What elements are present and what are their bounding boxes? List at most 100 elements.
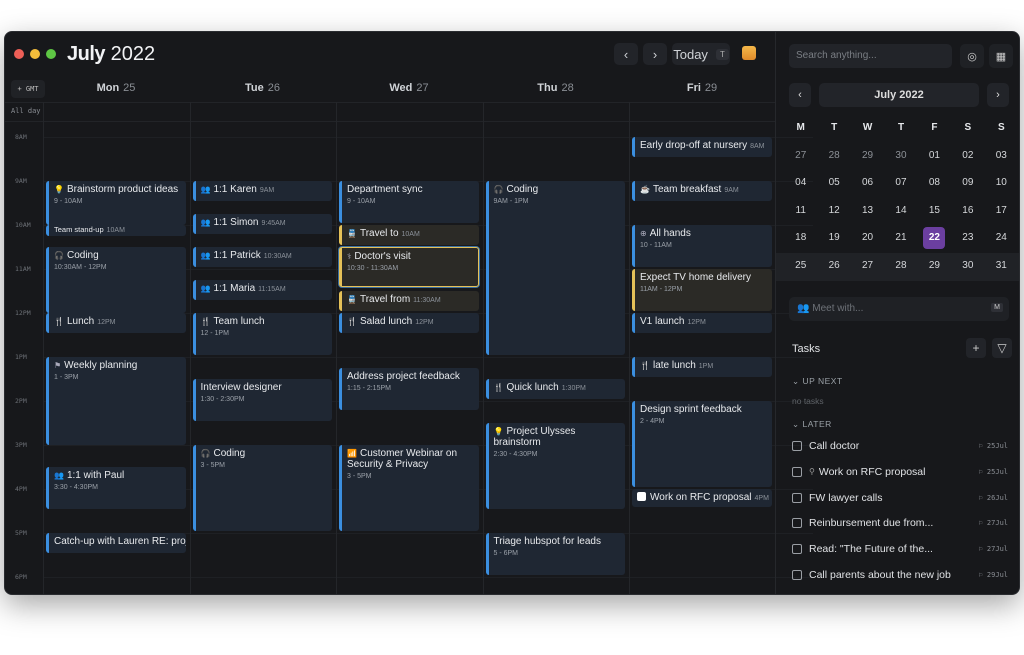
mini-cal-day[interactable]: 28 <box>884 252 917 280</box>
event[interactable]: 📶 Customer Webinar on Security & Privacy 3… <box>339 445 479 531</box>
event[interactable]: ☕ Team breakfast 9AM <box>632 181 772 201</box>
mini-cal-day[interactable]: 25 <box>784 252 817 280</box>
task-item[interactable]: ⚲ Work on RFC proposal ⚐ 25Jul <box>792 464 1012 480</box>
task-item[interactable]: FW lawyer calls ⚐ 26Jul <box>792 490 1012 506</box>
event[interactable]: 🍴 late lunch 1PM <box>632 357 772 377</box>
mini-cal-day[interactable]: 30 <box>884 142 917 170</box>
mini-cal-day[interactable]: 02 <box>951 142 984 170</box>
mini-cal-day[interactable]: 04 <box>784 169 817 197</box>
day-header[interactable]: Fri 29 <box>629 82 775 94</box>
event[interactable]: 🎧 Coding 9AM - 1PM <box>485 181 625 355</box>
mini-cal-title[interactable]: July 2022 <box>819 83 979 107</box>
mini-cal-day[interactable]: 10 <box>985 169 1018 197</box>
avatar[interactable] <box>742 46 756 60</box>
mini-cal-day[interactable]: 20 <box>851 224 884 252</box>
event[interactable]: Interview designer 1:30 - 2:30PM <box>192 379 332 421</box>
mini-cal-day[interactable]: 18 <box>784 224 817 252</box>
event[interactable]: 💡 Brainstorm product ideas 9 - 10AM <box>46 181 186 225</box>
event[interactable]: ⚑ Weekly planning 1 - 3PM <box>46 357 186 445</box>
fingerprint-button[interactable]: ◎ <box>960 44 984 68</box>
meet-with-input[interactable]: 👥 Meet with... M <box>789 297 1009 321</box>
mini-cal-day[interactable]: 30 <box>951 252 984 280</box>
day-header[interactable]: Wed 27 <box>336 82 482 94</box>
maximize-button[interactable] <box>46 49 56 59</box>
task-checkbox[interactable] <box>792 492 802 503</box>
mini-cal-day[interactable]: 19 <box>817 224 850 252</box>
task-item[interactable]: Call doctor ⚐ 25Jul <box>792 438 1012 454</box>
day-header[interactable]: Tue 26 <box>190 82 336 94</box>
next-week-button[interactable]: › <box>643 43 667 65</box>
event[interactable]: 🎧 Coding 3 - 5PM <box>192 445 332 531</box>
event[interactable]: 🍴 Salad lunch 12PM <box>339 313 479 333</box>
mini-cal-day[interactable]: 01 <box>918 142 951 170</box>
prev-week-button[interactable]: ‹ <box>614 43 638 65</box>
mini-cal-day[interactable]: 16 <box>951 197 984 225</box>
event[interactable]: 🚆 Travel to 10AM <box>339 225 479 245</box>
event[interactable]: Work on RFC proposal 4PM <box>632 489 772 507</box>
task-checkbox[interactable] <box>792 466 802 477</box>
event[interactable]: 🍴 Lunch 12PM <box>46 313 186 333</box>
add-timezone-button[interactable]: + GMT <box>11 80 45 98</box>
event[interactable]: Design sprint feedback 2 - 4PM <box>632 401 772 487</box>
event[interactable]: ⚕ Doctor's visit 10:30 - 11:30AM <box>339 247 479 288</box>
task-item[interactable]: Read: "The Future of the... ⚐ 27Jul <box>792 541 1012 557</box>
mini-cal-day[interactable]: 06 <box>851 169 884 197</box>
event[interactable]: Catch-up with Lauren RE: project <box>46 533 186 553</box>
task-item[interactable]: Reinbursement due from... ⚐ 27Jul <box>792 515 1012 531</box>
day-header[interactable]: Mon 25 <box>43 82 189 94</box>
event[interactable]: 🚆 Travel from 11:30AM <box>339 291 479 311</box>
mini-cal-day[interactable]: 28 <box>817 142 850 170</box>
task-checkbox[interactable] <box>792 570 802 580</box>
up-next-section[interactable]: ⌄ UP NEXT <box>792 376 843 387</box>
mini-cal-day[interactable]: 15 <box>918 197 951 225</box>
mini-cal-day[interactable]: 29 <box>918 252 951 280</box>
mini-cal-day[interactable]: 29 <box>851 142 884 170</box>
event[interactable]: 🍴 Quick lunch 1:30PM <box>485 379 625 399</box>
checkbox[interactable] <box>637 492 646 501</box>
later-section[interactable]: ⌄ LATER <box>792 419 832 430</box>
mini-cal-day[interactable]: 08 <box>918 169 951 197</box>
event[interactable]: 🎧 Coding 10:30AM - 12PM <box>46 247 186 313</box>
event[interactable]: Early drop-off at nursery 8AM <box>632 137 772 157</box>
day-header[interactable]: Thu 28 <box>483 82 629 94</box>
event[interactable]: 👥 1:1 Simon 9:45AM <box>192 214 332 234</box>
event[interactable]: 👥 1:1 Patrick 10:30AM <box>192 247 332 267</box>
mini-cal-day[interactable]: 24 <box>985 224 1018 252</box>
mini-cal-day[interactable]: 26 <box>817 252 850 280</box>
task-checkbox[interactable] <box>792 518 802 529</box>
add-task-button[interactable]: + <box>966 338 986 358</box>
mini-cal-day[interactable]: 17 <box>985 197 1018 225</box>
search-input[interactable]: Search anything... <box>789 44 952 68</box>
mini-cal-day[interactable]: 27 <box>784 142 817 170</box>
mini-cal-day[interactable]: 14 <box>884 197 917 225</box>
event[interactable]: Expect TV home delivery 11AM - 12PM <box>632 269 772 311</box>
mini-cal-day[interactable]: 21 <box>884 224 917 252</box>
close-button[interactable] <box>14 49 24 59</box>
mini-cal-day[interactable]: 31 <box>985 252 1018 280</box>
mini-cal-day[interactable]: 22 <box>918 224 951 252</box>
event[interactable]: Triage hubspot for leads 5 - 6PM <box>485 533 625 575</box>
task-checkbox[interactable] <box>792 544 802 555</box>
mini-cal-next-button[interactable]: › <box>987 83 1009 107</box>
minimize-button[interactable] <box>30 49 40 59</box>
mini-cal-day[interactable]: 07 <box>884 169 917 197</box>
event[interactable]: 🍴 Team lunch 12 - 1PM <box>192 313 332 355</box>
event[interactable]: Department sync 9 - 10AM <box>339 181 479 223</box>
event[interactable]: Address project feedback 1:15 - 2:15PM <box>339 368 479 410</box>
event[interactable]: Team stand-up 10AM <box>46 225 186 236</box>
event[interactable]: 💡 Project Ulysses brainstorm 2:30 - 4:30PM <box>485 423 625 509</box>
today-button[interactable]: Today T <box>672 43 730 65</box>
task-item[interactable]: Call parents about the new job ⚐ 29Jul <box>792 567 1012 583</box>
mini-cal-day[interactable]: 12 <box>817 197 850 225</box>
event[interactable]: ⊕ All hands 10 - 11AM <box>632 225 772 267</box>
mini-cal-day[interactable]: 09 <box>951 169 984 197</box>
task-checkbox[interactable] <box>792 441 802 451</box>
mini-cal-day[interactable]: 27 <box>851 252 884 280</box>
mini-cal-day[interactable]: 05 <box>817 169 850 197</box>
mini-cal-prev-button[interactable]: ‹ <box>789 83 811 107</box>
calendar-view-button[interactable]: ▦ <box>989 44 1013 68</box>
event[interactable]: 👥 1:1 with Paul 3:30 - 4:30PM <box>46 467 186 509</box>
event[interactable]: V1 launch 12PM <box>632 313 772 333</box>
mini-cal-day[interactable]: 03 <box>985 142 1018 170</box>
event[interactable]: 👥 1:1 Maria 11:15AM <box>192 280 332 300</box>
